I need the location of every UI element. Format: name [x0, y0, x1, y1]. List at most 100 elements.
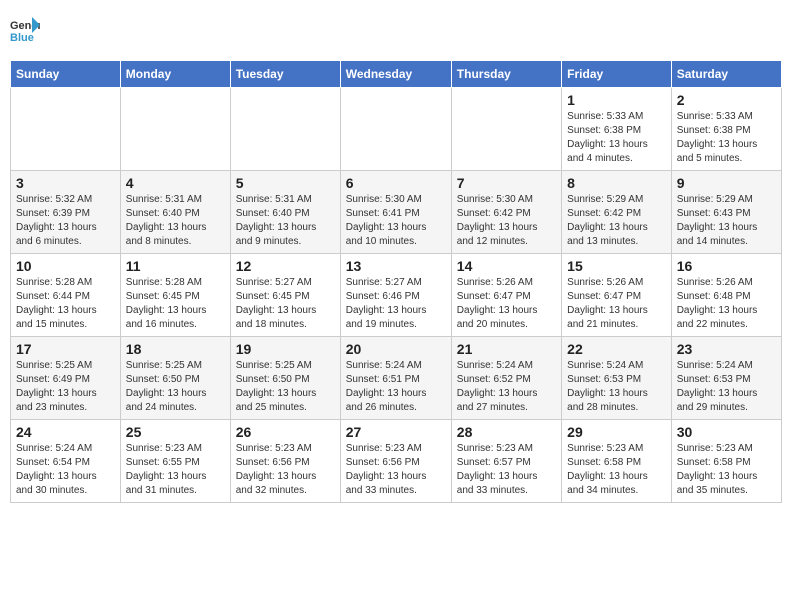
weekday-header-friday: Friday: [562, 61, 672, 88]
day-number: 6: [346, 175, 446, 191]
day-detail: Sunrise: 5:28 AM Sunset: 6:45 PM Dayligh…: [126, 276, 225, 332]
calendar-cell: 28 Sunrise: 5:23 AM Sunset: 6:57 PM Dayli…: [451, 420, 561, 503]
day-detail: Sunrise: 5:26 AM Sunset: 6:47 PM Dayligh…: [457, 276, 556, 332]
day-detail: Sunrise: 5:23 AM Sunset: 6:58 PM Dayligh…: [677, 442, 776, 498]
day-detail: Sunrise: 5:30 AM Sunset: 6:41 PM Dayligh…: [346, 193, 446, 249]
weekday-header-monday: Monday: [120, 61, 230, 88]
day-detail: Sunrise: 5:27 AM Sunset: 6:46 PM Dayligh…: [346, 276, 446, 332]
day-detail: Sunrise: 5:25 AM Sunset: 6:50 PM Dayligh…: [236, 359, 335, 415]
calendar-week-3: 17 Sunrise: 5:25 AM Sunset: 6:49 PM Dayli…: [11, 337, 782, 420]
day-detail: Sunrise: 5:29 AM Sunset: 6:43 PM Dayligh…: [677, 193, 776, 249]
day-number: 4: [126, 175, 225, 191]
day-number: 23: [677, 341, 776, 357]
day-detail: Sunrise: 5:23 AM Sunset: 6:56 PM Dayligh…: [346, 442, 446, 498]
calendar-cell: 2 Sunrise: 5:33 AM Sunset: 6:38 PM Daylig…: [671, 88, 781, 171]
day-number: 16: [677, 258, 776, 274]
day-detail: Sunrise: 5:24 AM Sunset: 6:53 PM Dayligh…: [567, 359, 666, 415]
calendar-header: SundayMondayTuesdayWednesdayThursdayFrid…: [11, 61, 782, 88]
logo-icon: General Blue: [10, 15, 40, 45]
day-detail: Sunrise: 5:29 AM Sunset: 6:42 PM Dayligh…: [567, 193, 666, 249]
day-number: 27: [346, 424, 446, 440]
weekday-header-sunday: Sunday: [11, 61, 121, 88]
day-detail: Sunrise: 5:24 AM Sunset: 6:54 PM Dayligh…: [16, 442, 115, 498]
day-detail: Sunrise: 5:27 AM Sunset: 6:45 PM Dayligh…: [236, 276, 335, 332]
day-detail: Sunrise: 5:31 AM Sunset: 6:40 PM Dayligh…: [236, 193, 335, 249]
day-detail: Sunrise: 5:26 AM Sunset: 6:47 PM Dayligh…: [567, 276, 666, 332]
calendar-cell: 27 Sunrise: 5:23 AM Sunset: 6:56 PM Dayli…: [340, 420, 451, 503]
calendar-cell: 1 Sunrise: 5:33 AM Sunset: 6:38 PM Daylig…: [562, 88, 672, 171]
day-detail: Sunrise: 5:24 AM Sunset: 6:53 PM Dayligh…: [677, 359, 776, 415]
calendar-cell: 19 Sunrise: 5:25 AM Sunset: 6:50 PM Dayli…: [230, 337, 340, 420]
calendar-cell: 25Sunrise: 5:23 AM Sunset: 6:55 PM Dayli…: [120, 420, 230, 503]
calendar-cell: 3 Sunrise: 5:32 AM Sunset: 6:39 PM Daylig…: [11, 171, 121, 254]
day-number: 12: [236, 258, 335, 274]
day-number: 20: [346, 341, 446, 357]
calendar-cell: 24Sunrise: 5:24 AM Sunset: 6:54 PM Dayli…: [11, 420, 121, 503]
calendar-cell: 12 Sunrise: 5:27 AM Sunset: 6:45 PM Dayli…: [230, 254, 340, 337]
calendar-cell: 14 Sunrise: 5:26 AM Sunset: 6:47 PM Dayli…: [451, 254, 561, 337]
day-detail: Sunrise: 5:25 AM Sunset: 6:49 PM Dayligh…: [16, 359, 115, 415]
day-number: 22: [567, 341, 666, 357]
day-detail: Sunrise: 5:28 AM Sunset: 6:44 PM Dayligh…: [16, 276, 115, 332]
calendar-cell: 22 Sunrise: 5:24 AM Sunset: 6:53 PM Dayli…: [562, 337, 672, 420]
day-detail: Sunrise: 5:25 AM Sunset: 6:50 PM Dayligh…: [126, 359, 225, 415]
day-number: 18: [126, 341, 225, 357]
day-detail: Sunrise: 5:23 AM Sunset: 6:55 PM Dayligh…: [126, 442, 225, 498]
calendar-week-0: 1 Sunrise: 5:33 AM Sunset: 6:38 PM Daylig…: [11, 88, 782, 171]
calendar-cell: 7Sunrise: 5:30 AM Sunset: 6:42 PM Daylig…: [451, 171, 561, 254]
day-number: 3: [16, 175, 115, 191]
calendar-cell: 10 Sunrise: 5:28 AM Sunset: 6:44 PM Dayli…: [11, 254, 121, 337]
day-number: 13: [346, 258, 446, 274]
logo: General Blue: [10, 15, 40, 45]
calendar-cell: 21Sunrise: 5:24 AM Sunset: 6:52 PM Dayli…: [451, 337, 561, 420]
day-detail: Sunrise: 5:26 AM Sunset: 6:48 PM Dayligh…: [677, 276, 776, 332]
day-number: 28: [457, 424, 556, 440]
day-detail: Sunrise: 5:33 AM Sunset: 6:38 PM Dayligh…: [567, 110, 666, 166]
calendar-cell: 9Sunrise: 5:29 AM Sunset: 6:43 PM Daylig…: [671, 171, 781, 254]
day-number: 14: [457, 258, 556, 274]
day-number: 11: [126, 258, 225, 274]
calendar-week-1: 3 Sunrise: 5:32 AM Sunset: 6:39 PM Daylig…: [11, 171, 782, 254]
calendar-cell: 30 Sunrise: 5:23 AM Sunset: 6:58 PM Dayli…: [671, 420, 781, 503]
calendar-cell: 20 Sunrise: 5:24 AM Sunset: 6:51 PM Dayli…: [340, 337, 451, 420]
weekday-header-saturday: Saturday: [671, 61, 781, 88]
calendar-cell: [451, 88, 561, 171]
calendar-cell: 4Sunrise: 5:31 AM Sunset: 6:40 PM Daylig…: [120, 171, 230, 254]
calendar-cell: [340, 88, 451, 171]
day-number: 30: [677, 424, 776, 440]
calendar-cell: 29Sunrise: 5:23 AM Sunset: 6:58 PM Dayli…: [562, 420, 672, 503]
day-number: 19: [236, 341, 335, 357]
calendar-cell: 15 Sunrise: 5:26 AM Sunset: 6:47 PM Dayli…: [562, 254, 672, 337]
day-number: 17: [16, 341, 115, 357]
calendar-cell: 13 Sunrise: 5:27 AM Sunset: 6:46 PM Dayli…: [340, 254, 451, 337]
day-number: 1: [567, 92, 666, 108]
day-number: 5: [236, 175, 335, 191]
day-number: 15: [567, 258, 666, 274]
page-header: General Blue: [10, 10, 782, 50]
day-detail: Sunrise: 5:33 AM Sunset: 6:38 PM Dayligh…: [677, 110, 776, 166]
calendar-cell: 8 Sunrise: 5:29 AM Sunset: 6:42 PM Daylig…: [562, 171, 672, 254]
calendar-table: SundayMondayTuesdayWednesdayThursdayFrid…: [10, 60, 782, 503]
calendar-body: 1 Sunrise: 5:33 AM Sunset: 6:38 PM Daylig…: [11, 88, 782, 503]
day-detail: Sunrise: 5:23 AM Sunset: 6:58 PM Dayligh…: [567, 442, 666, 498]
calendar-cell: 16 Sunrise: 5:26 AM Sunset: 6:48 PM Dayli…: [671, 254, 781, 337]
day-number: 10: [16, 258, 115, 274]
weekday-header-wednesday: Wednesday: [340, 61, 451, 88]
day-detail: Sunrise: 5:24 AM Sunset: 6:52 PM Dayligh…: [457, 359, 556, 415]
calendar-cell: 26 Sunrise: 5:23 AM Sunset: 6:56 PM Dayli…: [230, 420, 340, 503]
day-detail: Sunrise: 5:24 AM Sunset: 6:51 PM Dayligh…: [346, 359, 446, 415]
day-number: 2: [677, 92, 776, 108]
svg-text:Blue: Blue: [10, 32, 34, 44]
calendar-cell: 5 Sunrise: 5:31 AM Sunset: 6:40 PM Daylig…: [230, 171, 340, 254]
calendar-cell: [120, 88, 230, 171]
calendar-cell: [230, 88, 340, 171]
calendar-cell: 18 Sunrise: 5:25 AM Sunset: 6:50 PM Dayli…: [120, 337, 230, 420]
day-detail: Sunrise: 5:23 AM Sunset: 6:56 PM Dayligh…: [236, 442, 335, 498]
day-number: 8: [567, 175, 666, 191]
calendar-week-4: 24Sunrise: 5:24 AM Sunset: 6:54 PM Dayli…: [11, 420, 782, 503]
weekday-header-thursday: Thursday: [451, 61, 561, 88]
day-number: 26: [236, 424, 335, 440]
day-detail: Sunrise: 5:30 AM Sunset: 6:42 PM Dayligh…: [457, 193, 556, 249]
day-detail: Sunrise: 5:32 AM Sunset: 6:39 PM Dayligh…: [16, 193, 115, 249]
day-detail: Sunrise: 5:23 AM Sunset: 6:57 PM Dayligh…: [457, 442, 556, 498]
